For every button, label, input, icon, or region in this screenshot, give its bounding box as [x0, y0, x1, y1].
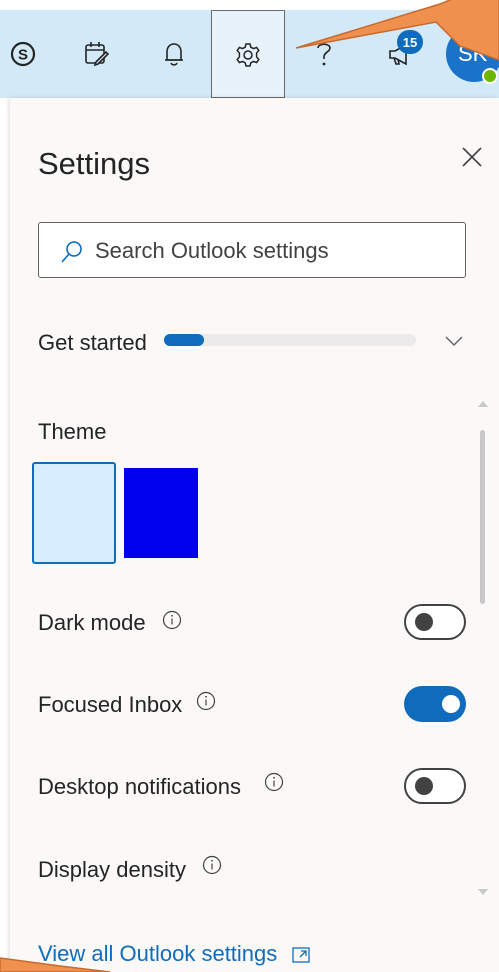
focused-inbox-label: Focused Inbox	[38, 692, 183, 717]
svg-text:S: S	[18, 47, 28, 64]
display-density-label: Display density	[38, 857, 186, 882]
get-started-label[interactable]: Get started	[38, 330, 147, 356]
scroll-up-icon[interactable]	[476, 396, 490, 414]
close-icon[interactable]	[461, 146, 483, 173]
get-started-progress	[164, 334, 416, 346]
info-icon[interactable]	[202, 855, 222, 880]
info-icon[interactable]	[196, 691, 216, 716]
open-in-window-icon[interactable]	[292, 947, 310, 968]
info-icon[interactable]	[264, 772, 284, 797]
settings-panel: Settings Search Outlook settings Get sta…	[10, 98, 499, 972]
scroll-down-icon[interactable]	[476, 884, 490, 902]
dark-mode-label: Dark mode	[38, 610, 146, 635]
theme-label: Theme	[38, 419, 107, 444]
settings-button[interactable]	[211, 10, 285, 98]
desktop-notifications-label: Desktop notifications	[38, 774, 241, 799]
skype-icon[interactable]: S	[0, 10, 46, 98]
search-placeholder: Search Outlook settings	[95, 238, 329, 263]
help-icon[interactable]	[306, 10, 342, 98]
theme-swatch-blue[interactable]	[124, 468, 198, 558]
avatar-initials: SK	[458, 41, 488, 66]
presence-status-icon	[482, 68, 498, 84]
toggle-knob	[415, 777, 433, 795]
notification-badge: 15	[397, 30, 423, 54]
theme-swatch-light[interactable]	[32, 462, 116, 564]
view-all-settings-link[interactable]: View all Outlook settings	[38, 941, 277, 967]
desktop-notifications-toggle[interactable]	[404, 768, 466, 804]
chevron-down-icon[interactable]	[444, 334, 464, 352]
focused-inbox-toggle[interactable]	[404, 686, 466, 722]
outlook-window: S 15 SK Settings Search Outlook settings…	[0, 0, 499, 972]
scroll-thumb[interactable]	[480, 430, 485, 604]
gear-icon	[234, 41, 262, 74]
megaphone-icon[interactable]	[380, 10, 422, 98]
search-icon	[59, 239, 85, 270]
search-input[interactable]: Search Outlook settings	[38, 222, 466, 278]
toggle-knob	[415, 613, 433, 631]
calendar-check-icon[interactable]	[72, 10, 120, 98]
scrollbar[interactable]	[476, 396, 490, 896]
panel-title: Settings	[38, 146, 151, 181]
info-icon[interactable]	[162, 610, 182, 635]
bell-icon[interactable]	[150, 10, 198, 98]
toggle-knob	[442, 695, 460, 713]
get-started-progress-fill	[164, 334, 205, 346]
dark-mode-toggle[interactable]	[404, 604, 466, 640]
